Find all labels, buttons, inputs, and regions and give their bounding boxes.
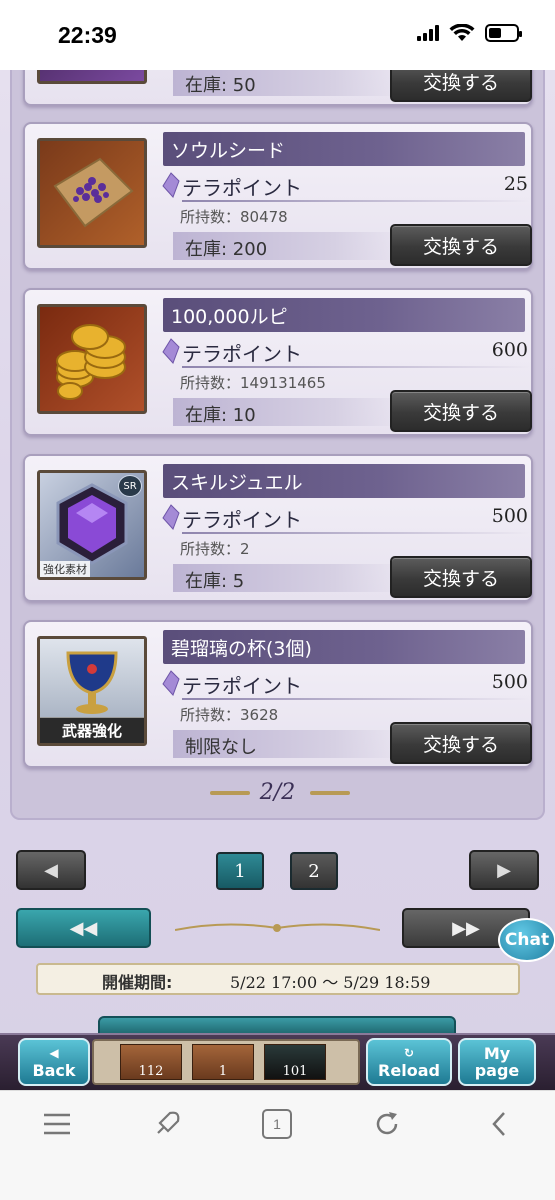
resource-item[interactable]: 112 <box>120 1044 182 1080</box>
page-button-2[interactable]: 2 <box>290 852 338 890</box>
stock-bar: 在庫: 200 <box>173 232 403 260</box>
item-title-bar: ソウルシード <box>163 132 525 166</box>
item-title: 100,000ルピ <box>171 306 288 328</box>
cost-row: テラポイント 500 <box>160 502 530 534</box>
item-title: 碧瑠璃の杯(3個) <box>171 638 312 660</box>
period-value: 5/22 17:00 〜 5/29 18:59 <box>230 973 431 992</box>
period-label: 開催期間: <box>102 973 173 992</box>
chat-button[interactable]: Chat <box>498 918 555 962</box>
exchange-button[interactable]: 交換する <box>390 390 532 432</box>
cost-row: テラポイント 600 <box>160 336 530 368</box>
stock-text: 制限なし <box>185 737 257 758</box>
cost-row: テラポイント 25 <box>160 170 530 202</box>
item-card-rupie: 100,000ルピ テラポイント 600 所持数：149131465 在庫: 1… <box>23 288 533 436</box>
cost-label: テラポイント <box>182 342 302 366</box>
item-title-bar: 碧瑠璃の杯(3個) <box>163 630 525 664</box>
ornament-left <box>210 791 250 795</box>
item-tag: 強化素材 <box>40 561 90 577</box>
exchange-button[interactable]: 交換する <box>390 556 532 598</box>
cost-row: テラポイント 500 <box>160 668 530 700</box>
owned-count: 所持数：2 <box>180 540 250 558</box>
rupie-coins-icon <box>37 304 147 414</box>
tera-point-gem-icon <box>162 172 180 198</box>
stock-bar: 制限なし <box>173 730 403 758</box>
prev-page-button[interactable]: ◀ <box>16 850 86 890</box>
mypage-label-2: page <box>474 1061 520 1080</box>
owned-count: 所持数：80478 <box>180 208 288 226</box>
page-button-1[interactable]: 1 <box>216 852 264 890</box>
owned-count: 所持数：3628 <box>180 706 279 724</box>
resource-item[interactable]: 101 <box>264 1044 326 1080</box>
owned-count: 所持数：149131465 <box>180 374 326 392</box>
rocket-icon[interactable] <box>150 1107 184 1141</box>
tab-count-icon[interactable]: 1 <box>262 1109 292 1139</box>
game-nav-bar: ◀ Back 112 1 101 ↻ Reload My page <box>0 1033 555 1090</box>
cost-value: 500 <box>491 671 528 693</box>
item-title-bar: 100,000ルピ <box>163 298 525 332</box>
tera-point-gem-icon <box>162 670 180 696</box>
reload-label: Reload <box>378 1061 440 1080</box>
cost-label: テラポイント <box>182 176 302 200</box>
resource-strip: 112 1 101 <box>92 1039 360 1085</box>
status-icons <box>417 24 522 42</box>
status-time: 22:39 <box>58 22 117 48</box>
stock-text: 在庫: 10 <box>185 405 256 426</box>
cost-value: 25 <box>503 173 528 195</box>
item-title: スキルジュエル <box>171 472 303 494</box>
stock-text: 在庫: 200 <box>185 239 268 260</box>
stock-text: 在庫: 5 <box>185 571 245 592</box>
refresh-icon[interactable] <box>370 1107 404 1141</box>
page-indicator-text: 2/2 <box>259 780 296 805</box>
ornament-right <box>310 791 350 795</box>
back-button[interactable]: ◀ Back <box>18 1038 90 1086</box>
exchange-button[interactable]: 交換する <box>390 70 532 102</box>
back-arrow-icon: ◀ <box>49 1046 59 1060</box>
mypage-label-1: My <box>483 1044 511 1063</box>
ornament-divider <box>175 923 380 932</box>
cost-value: 600 <box>491 339 528 361</box>
cost-label: テラポイント <box>182 508 302 532</box>
stock-text: 在庫: 50 <box>185 75 256 96</box>
item-tag: 武器強化 <box>40 717 144 743</box>
reload-button[interactable]: ↻ Reload <box>366 1038 452 1086</box>
stock-bar: 在庫: 5 <box>173 564 403 592</box>
wifi-icon <box>449 24 475 41</box>
browser-toolbar: 1 <box>0 1090 555 1200</box>
signal-icon <box>417 25 439 41</box>
cost-value: 500 <box>491 505 528 527</box>
back-label: Back <box>32 1061 76 1080</box>
item-card-lapis-goblet: 武器強化 碧瑠璃の杯(3個) テラポイント 500 所持数：3628 制限なし … <box>23 620 533 768</box>
stock-bar: 在庫: 50 <box>173 70 403 96</box>
mypage-button[interactable]: My page <box>458 1038 536 1086</box>
menu-icon[interactable] <box>40 1107 74 1141</box>
exchange-button[interactable]: 交換する <box>390 224 532 266</box>
item-card-soul-seed: ソウルシード テラポイント 25 所持数：80478 在庫: 200 交換する <box>23 122 533 270</box>
item-title-bar: スキルジュエル <box>163 464 525 498</box>
exchange-button[interactable]: 交換する <box>390 722 532 764</box>
event-period: 開催期間: 5/22 17:00 〜 5/29 18:59 <box>36 963 520 995</box>
cost-label: テラポイント <box>182 674 302 698</box>
item-card-skill-jewel: SR 強化素材 スキルジュエル テラポイント 500 所持数：2 在庫: 5 交… <box>23 454 533 602</box>
game-view: 在庫: 50 交換する ソウルシード テラポイント 25 所持数：80478 在… <box>0 70 555 1090</box>
status-bar: 22:39 <box>0 0 555 70</box>
battery-icon <box>485 24 522 42</box>
item-card-partial: 在庫: 50 交換する <box>23 70 533 106</box>
item-list-panel: 在庫: 50 交換する ソウルシード テラポイント 25 所持数：80478 在… <box>10 70 545 820</box>
soul-seed-icon <box>37 138 147 248</box>
stock-bar: 在庫: 10 <box>173 398 403 426</box>
skill-jewel-icon: SR 強化素材 <box>37 470 147 580</box>
reload-icon: ↻ <box>403 1046 415 1060</box>
item-title: ソウルシード <box>171 140 286 162</box>
resource-item[interactable]: 1 <box>192 1044 254 1080</box>
next-page-button[interactable]: ▶ <box>469 850 539 890</box>
tera-point-gem-icon <box>162 338 180 364</box>
page-indicator: 2/2 <box>10 780 545 805</box>
tera-point-gem-icon <box>162 504 180 530</box>
lapis-goblet-icon: 武器強化 <box>37 636 147 746</box>
item-icon <box>37 70 147 84</box>
rarity-badge: SR <box>118 475 142 497</box>
first-page-button[interactable]: ◀◀ <box>16 908 151 948</box>
back-nav-icon[interactable] <box>482 1107 516 1141</box>
